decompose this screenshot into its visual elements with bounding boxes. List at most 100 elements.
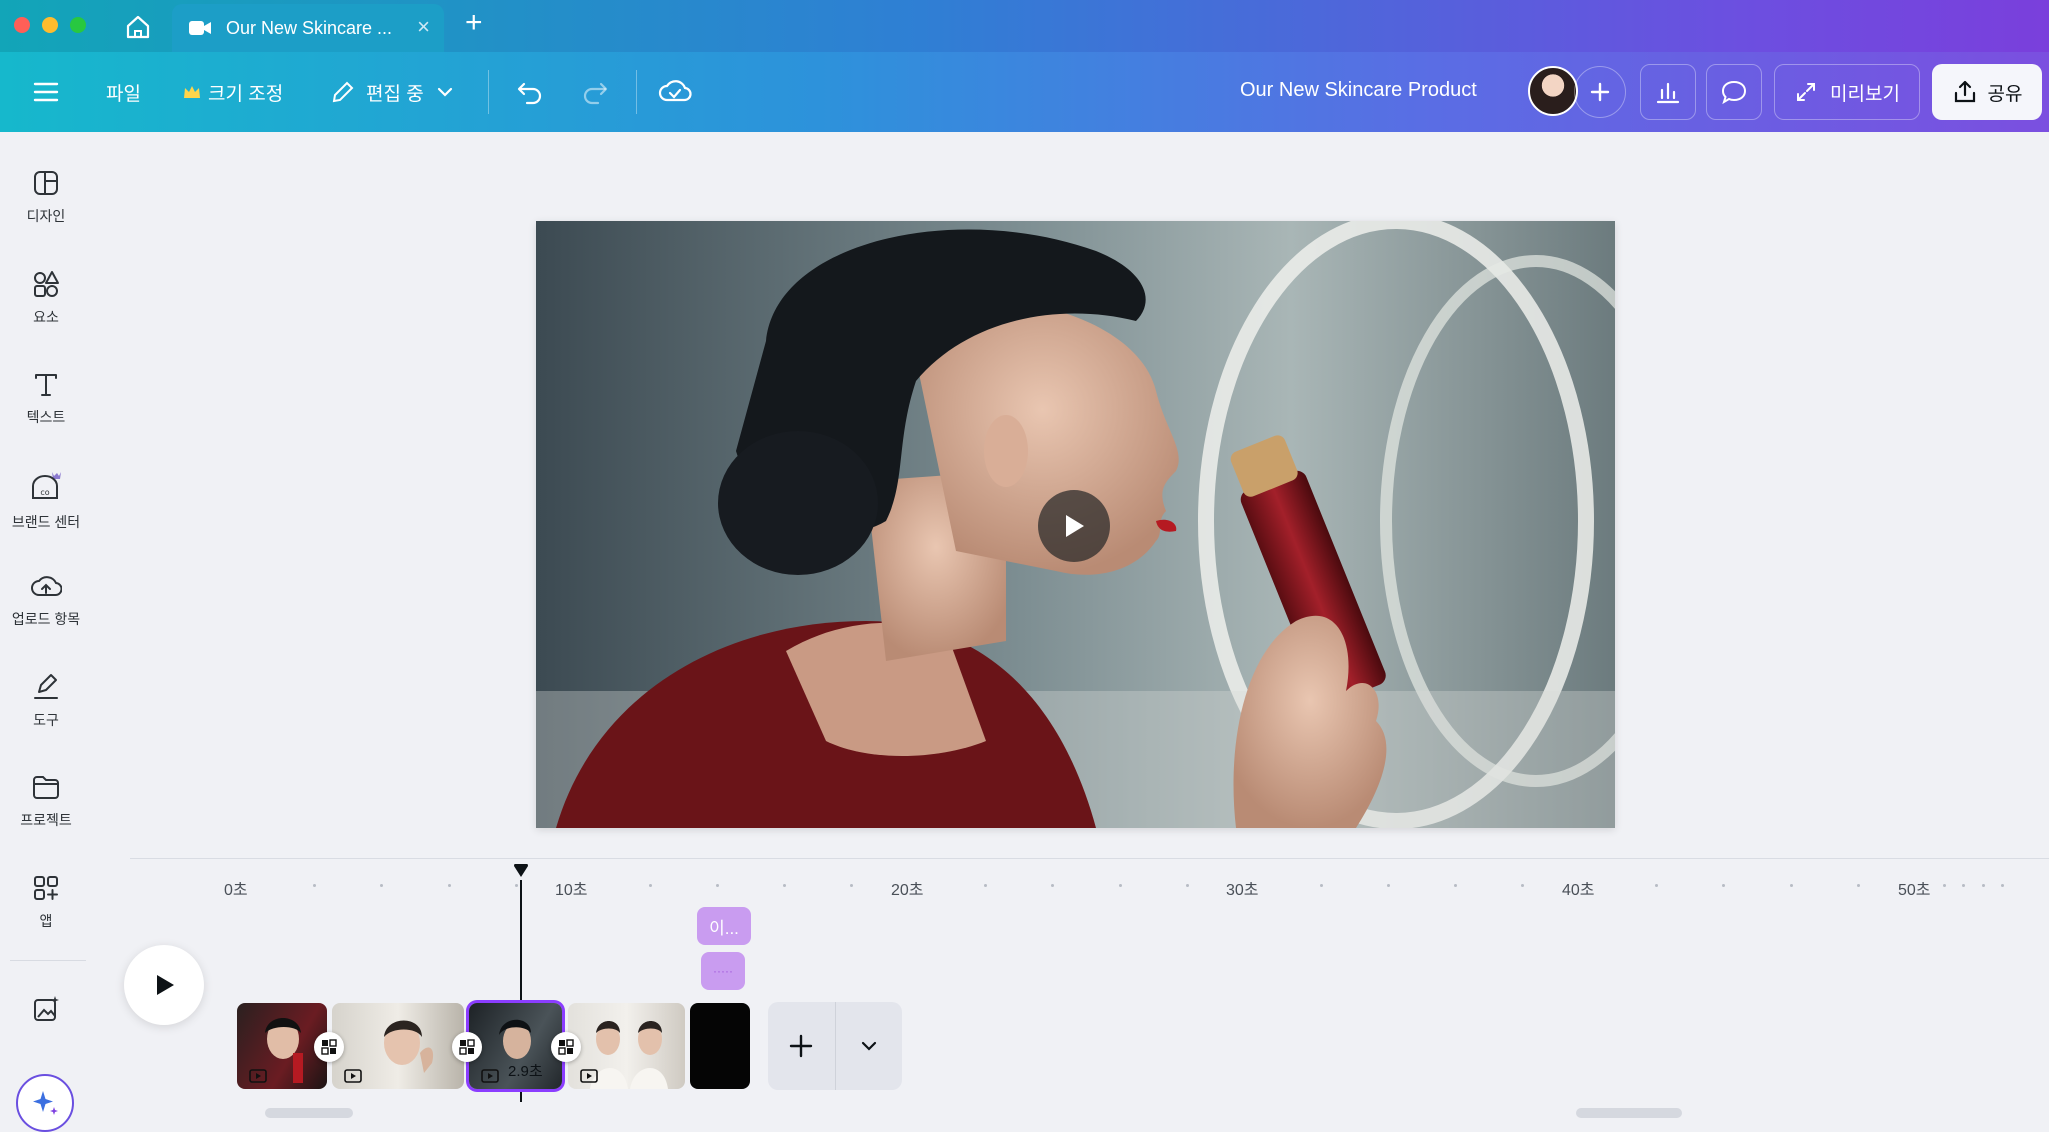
sidebar-item-label: 업로드 항목 bbox=[11, 611, 81, 627]
ruler-tick-dot bbox=[1857, 884, 1860, 887]
sparkle-icon bbox=[33, 1091, 58, 1115]
sidebar-item-projects[interactable]: 프로젝트 bbox=[0, 758, 92, 858]
playhead-handle-icon[interactable] bbox=[512, 864, 530, 878]
ruler-tick-dot bbox=[1943, 884, 1946, 887]
tab-close-button[interactable]: × bbox=[417, 14, 430, 40]
editing-mode-button[interactable]: 편집 중 bbox=[330, 52, 454, 132]
magic-media-icon bbox=[34, 996, 59, 1021]
preview-label: 미리보기 bbox=[1830, 83, 1900, 105]
transition-button[interactable] bbox=[551, 1032, 581, 1062]
ruler-tick-dot bbox=[783, 884, 786, 887]
timeline-play-button[interactable] bbox=[124, 945, 204, 1025]
text-icon bbox=[35, 374, 57, 396]
text-track-clip[interactable]: 이... bbox=[697, 907, 751, 945]
audio-track-label: ····· bbox=[713, 964, 733, 978]
brand-icon: co bbox=[32, 472, 61, 499]
ruler-tick-dot bbox=[1655, 884, 1658, 887]
menu-icon[interactable] bbox=[32, 80, 60, 104]
timeline-ruler-line bbox=[130, 858, 2049, 859]
file-menu-label: 파일 bbox=[106, 83, 141, 105]
file-menu-button[interactable]: 파일 bbox=[106, 52, 141, 132]
text-track-label: 이... bbox=[709, 918, 739, 938]
ruler-tick-dot bbox=[1186, 884, 1189, 887]
selected-clip-duration: 2.9초 bbox=[508, 1063, 543, 1080]
sidebar-item-magic-media[interactable] bbox=[0, 980, 92, 1050]
canvas-play-button[interactable] bbox=[1038, 490, 1110, 562]
sidebar-item-design[interactable]: 디자인 bbox=[0, 154, 92, 254]
resize-button[interactable]: 크기 조정 bbox=[182, 52, 283, 132]
sidebar-item-label: 프로젝트 bbox=[20, 812, 72, 828]
sidebar-item-label: 텍스트 bbox=[26, 409, 66, 425]
sidebar-item-brand-center[interactable]: co 브랜드 센터 bbox=[0, 456, 92, 556]
layout-icon bbox=[34, 171, 58, 195]
ruler-tick-dot bbox=[380, 884, 383, 887]
ruler-tick-dot bbox=[716, 884, 719, 887]
ruler-tick-dot bbox=[1454, 884, 1457, 887]
comment-icon bbox=[1721, 80, 1747, 105]
insights-button[interactable] bbox=[1640, 64, 1696, 120]
comments-button[interactable] bbox=[1706, 64, 1762, 120]
ruler-tick-dot bbox=[984, 884, 987, 887]
sidebar-item-label: 도구 bbox=[33, 712, 59, 728]
ruler-tick-dot bbox=[448, 884, 451, 887]
redo-icon[interactable] bbox=[580, 78, 610, 106]
bar-chart-icon bbox=[1656, 82, 1680, 104]
pen-icon bbox=[34, 674, 58, 699]
timeline-clip-4[interactable] bbox=[568, 1003, 685, 1089]
browser-tab-bar: Our New Skincare ... × + bbox=[0, 0, 2049, 52]
video-camera-icon bbox=[189, 21, 211, 35]
ruler-tick-dot bbox=[1962, 884, 1965, 887]
preview-button[interactable]: 미리보기 bbox=[1774, 64, 1920, 120]
share-button[interactable]: 공유 bbox=[1932, 64, 2042, 120]
sidebar-item-elements[interactable]: 요소 bbox=[0, 255, 92, 355]
new-tab-button[interactable]: + bbox=[465, 8, 483, 38]
sidebar-item-tools[interactable]: 도구 bbox=[0, 658, 92, 758]
sidebar-item-label: 앱 bbox=[39, 913, 53, 929]
sidebar-item-apps[interactable]: 앱 bbox=[0, 859, 92, 959]
undo-icon[interactable] bbox=[515, 78, 545, 106]
magic-assistant-button[interactable] bbox=[16, 1074, 74, 1132]
toolbar-divider bbox=[488, 70, 489, 114]
transition-icon bbox=[558, 1039, 574, 1055]
sidebar-item-label: 디자인 bbox=[26, 208, 66, 224]
transition-icon bbox=[321, 1039, 337, 1055]
expand-icon bbox=[1797, 83, 1816, 101]
timeline-scrollbar[interactable] bbox=[265, 1108, 353, 1118]
video-clip-icon bbox=[344, 1069, 362, 1083]
minimize-window-button[interactable] bbox=[42, 17, 58, 33]
audio-track-clip[interactable]: ····· bbox=[701, 952, 745, 990]
crown-icon bbox=[184, 86, 200, 98]
plus-icon bbox=[790, 1034, 813, 1058]
timeline-scrollbar[interactable] bbox=[1576, 1108, 1682, 1118]
editor-toolbar: 파일 크기 조정 편집 중 Our New Skincare Product 미… bbox=[0, 52, 2049, 132]
pencil-icon bbox=[332, 81, 354, 103]
active-tab[interactable]: Our New Skincare ... × bbox=[172, 4, 444, 52]
ruler-tick-dot bbox=[850, 884, 853, 887]
home-icon[interactable] bbox=[124, 13, 152, 41]
user-avatar[interactable] bbox=[1528, 66, 1578, 116]
ruler-tick-dot bbox=[1387, 884, 1390, 887]
toolbar-divider bbox=[636, 70, 637, 114]
transition-button[interactable] bbox=[314, 1032, 344, 1062]
sidebar-item-text[interactable]: 텍스트 bbox=[0, 355, 92, 455]
sidebar-item-uploads[interactable]: 업로드 항목 bbox=[0, 557, 92, 657]
ruler-tick-dot bbox=[313, 884, 316, 887]
plus-icon bbox=[1590, 82, 1610, 102]
add-clip-options-button[interactable] bbox=[836, 1002, 903, 1090]
cloud-saved-icon[interactable] bbox=[658, 76, 692, 106]
video-clip-icon bbox=[580, 1069, 598, 1083]
ruler-tick-label: 10초 bbox=[555, 882, 588, 899]
add-clip-group bbox=[768, 1002, 902, 1090]
close-window-button[interactable] bbox=[14, 17, 30, 33]
document-title[interactable]: Our New Skincare Product bbox=[1240, 79, 1477, 102]
invite-collaborator-button[interactable] bbox=[1574, 66, 1626, 118]
timeline-clip-2[interactable] bbox=[332, 1003, 464, 1089]
maximize-window-button[interactable] bbox=[70, 17, 86, 33]
add-clip-button[interactable] bbox=[768, 1002, 835, 1090]
ruler-tick-dot bbox=[1982, 884, 1985, 887]
editing-mode-label: 편집 중 bbox=[366, 83, 424, 105]
ruler-tick-dot bbox=[1521, 884, 1524, 887]
transition-button[interactable] bbox=[452, 1032, 482, 1062]
chevron-down-icon bbox=[861, 1041, 876, 1051]
timeline-clip-5[interactable] bbox=[690, 1003, 750, 1089]
